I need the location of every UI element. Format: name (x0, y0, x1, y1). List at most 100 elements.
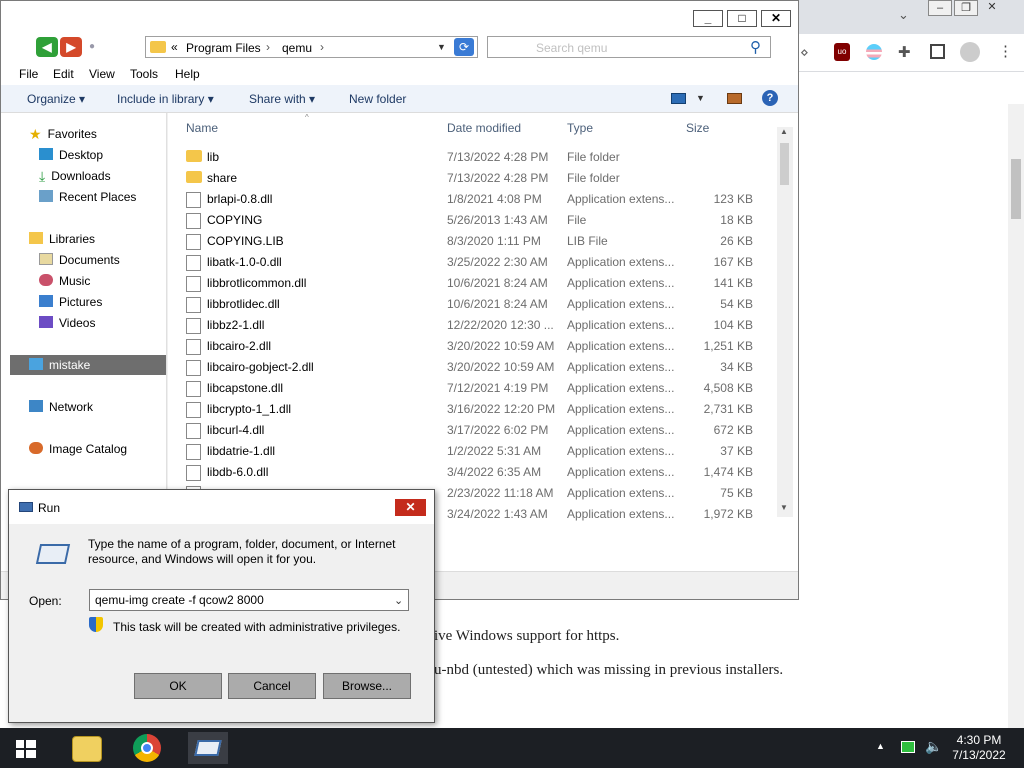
start-button[interactable] (8, 732, 48, 764)
nav-recent-places[interactable]: Recent Places (39, 187, 136, 207)
close-button[interactable]: ✕ (761, 10, 791, 27)
file-date: 7/12/2021 4:19 PM (447, 381, 549, 395)
menu-icon[interactable]: ⋮ (998, 42, 1013, 60)
extension-icon[interactable]: ⋄ (800, 44, 809, 61)
file-row[interactable]: libbrotlidec.dll 10/6/2021 8:24 AM Applica… (186, 293, 776, 314)
scrollbar-thumb[interactable] (1011, 159, 1021, 219)
column-type[interactable]: Type (567, 121, 593, 135)
column-date-modified[interactable]: Date modified (447, 121, 521, 135)
clock[interactable]: 4:30 PM 7/13/2022 (944, 733, 1014, 763)
file-row[interactable]: lib 7/13/2022 4:28 PM File folder (186, 146, 776, 167)
browse-button[interactable]: Browse... (323, 673, 411, 699)
chrome-taskbar-button[interactable] (128, 732, 168, 764)
nav-pictures[interactable]: Pictures (39, 292, 102, 312)
close-button[interactable]: ✕ (980, 0, 1004, 16)
refresh-icon[interactable]: ⟳ (454, 38, 474, 56)
file-list-scrollbar[interactable]: ▲ ▼ (777, 127, 793, 517)
open-input[interactable]: qemu-img create -f qcow2 8000 ⌄ (89, 589, 409, 611)
breadcrumb-qemu[interactable]: qemu (282, 41, 312, 55)
volume-icon[interactable]: 🔈 (925, 738, 942, 755)
menu-tools[interactable]: Tools (130, 67, 158, 81)
breadcrumb-program-files[interactable]: Program Files (186, 41, 261, 55)
nav-documents[interactable]: Documents (39, 250, 120, 270)
recent-pages-icon[interactable]: ● (89, 41, 95, 52)
file-row[interactable]: libdb-6.0.dll 3/4/2022 6:35 AM Application… (186, 461, 776, 482)
share-with-button[interactable]: Share with ▾ (249, 92, 315, 106)
view-options-icon[interactable] (671, 93, 686, 104)
search-icon[interactable]: ⚲ (750, 38, 761, 56)
nav-libraries[interactable]: Libraries (29, 229, 95, 249)
preview-pane-icon[interactable] (727, 93, 742, 104)
flag-extension-icon[interactable] (866, 44, 882, 60)
menu-file[interactable]: File (19, 67, 38, 81)
organize-button[interactable]: Organize ▾ (27, 92, 85, 106)
scrollbar-thumb[interactable] (780, 143, 789, 185)
nav-music[interactable]: Music (39, 271, 90, 291)
chevron-down-icon[interactable]: ⌄ (898, 7, 909, 23)
profile-icon[interactable] (960, 42, 980, 62)
dll-file-icon (186, 192, 201, 208)
menu-help[interactable]: Help (175, 67, 200, 81)
include-in-library-button[interactable]: Include in library ▾ (117, 92, 214, 106)
minimize-button[interactable]: – (928, 0, 952, 16)
scroll-up-icon[interactable]: ▲ (780, 127, 788, 136)
file-row[interactable]: libcrypto-1_1.dll 3/16/2022 12:20 PM Appli… (186, 398, 776, 419)
network-status-icon[interactable] (901, 741, 915, 753)
nav-favorites[interactable]: ★ Favorites (29, 124, 97, 144)
address-bar[interactable]: « Program Files › qemu › ▼ ⟳ (145, 36, 478, 58)
restore-button[interactable]: ❐ (954, 0, 978, 16)
maximize-button[interactable]: □ (727, 10, 757, 27)
sidepanel-icon[interactable] (930, 44, 945, 59)
file-row[interactable]: COPYING 5/26/2013 1:43 AM File 18 KB (186, 209, 776, 230)
browser-scrollbar[interactable] (1008, 104, 1024, 728)
cancel-button[interactable]: Cancel (228, 673, 316, 699)
breadcrumb-separator[interactable]: › (266, 40, 270, 54)
file-type: File (567, 213, 587, 227)
search-input[interactable]: Search qemu ⚲ (487, 36, 771, 58)
file-explorer-taskbar-button[interactable] (66, 732, 106, 764)
scroll-down-icon[interactable]: ▼ (780, 503, 788, 512)
file-row[interactable]: libcurl-4.dll 3/17/2022 6:02 PM Applicatio… (186, 419, 776, 440)
tray-overflow-icon[interactable]: ▲ (876, 741, 885, 751)
file-row[interactable]: libdatrie-1.dll 1/2/2022 5:31 AM Applicati… (186, 440, 776, 461)
windows-logo-part (26, 740, 36, 748)
run-taskbar-button[interactable] (188, 732, 228, 764)
breadcrumb-separator[interactable]: › (320, 40, 324, 54)
close-button[interactable]: ✕ (395, 499, 426, 516)
view-dropdown-icon[interactable]: ▼ (696, 93, 705, 103)
menu-view[interactable]: View (89, 67, 115, 81)
file-row[interactable]: libatk-1.0-0.dll 3/25/2022 2:30 AM Applica… (186, 251, 776, 272)
nav-network[interactable]: Network (29, 397, 93, 417)
run-title: Run (38, 501, 61, 515)
file-row[interactable]: libbz2-1.dll 12/22/2020 12:30 ... Applicat… (186, 314, 776, 335)
help-icon[interactable]: ? (762, 90, 778, 106)
column-size[interactable]: Size (686, 121, 709, 135)
file-row[interactable]: brlapi-0.8.dll 1/8/2021 4:08 PM Applicatio… (186, 188, 776, 209)
file-row[interactable]: libcapstone.dll 7/12/2021 4:19 PM Applicat… (186, 377, 776, 398)
file-type: Application extens... (567, 255, 675, 269)
file-row[interactable]: libcairo-2.dll 3/20/2022 10:59 AM Applicat… (186, 335, 776, 356)
file-type: Application extens... (567, 402, 675, 416)
file-row[interactable]: share 7/13/2022 4:28 PM File folder (186, 167, 776, 188)
back-button[interactable]: ◀ (36, 37, 58, 57)
column-name[interactable]: Name (186, 121, 218, 135)
file-row[interactable]: COPYING.LIB 8/3/2020 1:11 PM LIB File 26 KB (186, 230, 776, 251)
nav-videos[interactable]: Videos (39, 313, 95, 333)
ok-button[interactable]: OK (134, 673, 222, 699)
file-size: 54 KB (720, 297, 753, 311)
new-folder-button[interactable]: New folder (349, 92, 406, 106)
address-dropdown-icon[interactable]: ▼ (437, 42, 446, 52)
puzzle-icon[interactable]: ✚ (898, 43, 911, 61)
nav-desktop[interactable]: Desktop (39, 145, 103, 165)
menu-edit[interactable]: Edit (53, 67, 74, 81)
dropdown-icon[interactable]: ⌄ (394, 594, 403, 607)
nav-computer[interactable]: mistake (10, 355, 166, 375)
forward-button[interactable]: ▶ (60, 37, 82, 57)
nav-image-catalog[interactable]: Image Catalog (29, 439, 127, 459)
minimize-button[interactable]: _ (693, 10, 723, 27)
file-row[interactable]: libbrotlicommon.dll 10/6/2021 8:24 AM Appl… (186, 272, 776, 293)
file-row[interactable]: libcairo-gobject-2.dll 3/20/2022 10:59 AM… (186, 356, 776, 377)
breadcrumb-chevron[interactable]: « (171, 40, 178, 54)
nav-downloads[interactable]: ⤓ Downloads (39, 166, 111, 186)
ublock-icon[interactable]: uo (834, 43, 850, 61)
